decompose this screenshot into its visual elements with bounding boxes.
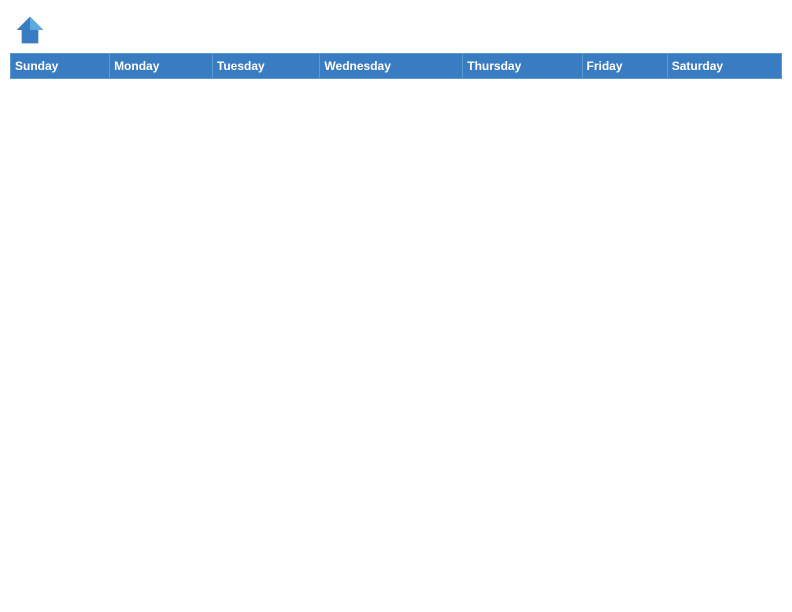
weekday-header-saturday: Saturday bbox=[667, 54, 781, 79]
weekday-header-friday: Friday bbox=[582, 54, 667, 79]
weekday-header-row: SundayMondayTuesdayWednesdayThursdayFrid… bbox=[11, 54, 782, 79]
logo bbox=[15, 15, 48, 45]
calendar-table: SundayMondayTuesdayWednesdayThursdayFrid… bbox=[10, 53, 782, 79]
weekday-header-thursday: Thursday bbox=[463, 54, 582, 79]
weekday-header-sunday: Sunday bbox=[11, 54, 110, 79]
header bbox=[10, 10, 782, 45]
weekday-header-wednesday: Wednesday bbox=[320, 54, 463, 79]
weekday-header-monday: Monday bbox=[110, 54, 213, 79]
weekday-header-tuesday: Tuesday bbox=[212, 54, 320, 79]
calendar-header: SundayMondayTuesdayWednesdayThursdayFrid… bbox=[11, 54, 782, 79]
logo-icon bbox=[15, 15, 45, 45]
